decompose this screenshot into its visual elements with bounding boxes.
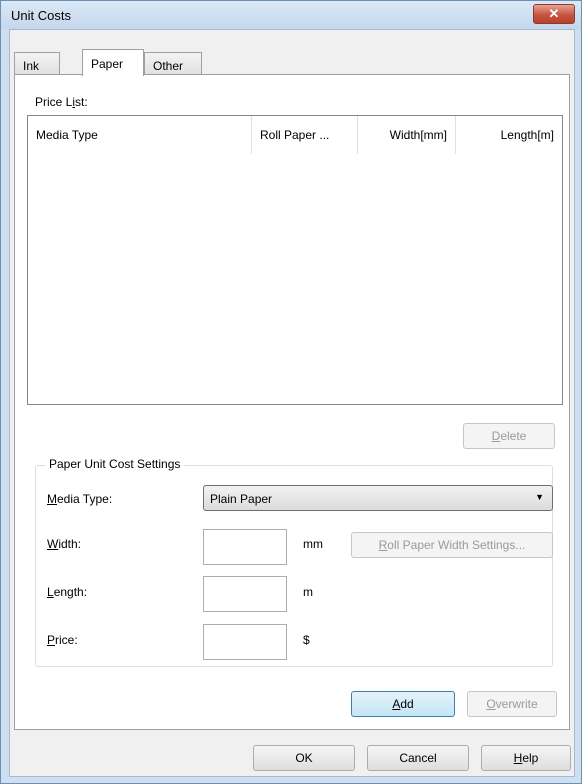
price-list-label: Price List: <box>35 95 88 109</box>
add-button[interactable]: Add <box>351 691 455 717</box>
close-button[interactable]: ✕ <box>533 4 575 24</box>
width-label: Width: <box>47 537 82 551</box>
price-list-table[interactable]: Media Type Roll Paper ... Width[mm] Leng… <box>27 115 563 405</box>
close-icon: ✕ <box>548 6 560 21</box>
help-button[interactable]: Help <box>481 745 571 771</box>
tab-other[interactable]: Other <box>144 52 202 74</box>
tab-paper[interactable]: Paper <box>82 49 144 76</box>
media-type-select[interactable]: Plain Paper ▼ <box>203 485 553 511</box>
column-header-roll-paper[interactable]: Roll Paper ... <box>252 116 358 154</box>
price-label: Price: <box>47 633 78 647</box>
price-unit: $ <box>303 633 310 647</box>
window-title: Unit Costs <box>11 8 71 23</box>
tab-paper-label: Paper <box>91 57 124 71</box>
length-input[interactable] <box>203 576 287 612</box>
group-label: Paper Unit Cost Settings <box>45 457 185 471</box>
width-unit: mm <box>303 537 323 551</box>
price-input[interactable] <box>203 624 287 660</box>
title-bar[interactable]: Unit Costs ✕ <box>1 1 581 29</box>
column-header-media-type[interactable]: Media Type <box>28 116 252 154</box>
width-input[interactable] <box>203 529 287 565</box>
roll-paper-width-settings-button[interactable]: Roll Paper Width Settings... <box>351 532 553 558</box>
ok-button[interactable]: OK <box>253 745 355 771</box>
chevron-down-icon: ▼ <box>535 492 544 502</box>
column-header-width[interactable]: Width[mm] <box>358 116 456 154</box>
length-unit: m <box>303 585 313 599</box>
media-type-label: Media Type: <box>47 492 113 506</box>
tab-other-label: Other <box>153 59 184 73</box>
overwrite-button[interactable]: Overwrite <box>467 691 557 717</box>
unit-costs-dialog: Unit Costs ✕ Ink Paper Other Price List:… <box>0 0 582 784</box>
media-type-value: Plain Paper <box>210 492 273 506</box>
delete-button[interactable]: Delete <box>463 423 555 449</box>
column-header-length[interactable]: Length[m] <box>456 116 562 154</box>
tab-ink-label: Ink <box>23 59 40 73</box>
tab-ink[interactable]: Ink <box>14 52 60 74</box>
length-label: Length: <box>47 585 88 599</box>
cancel-button[interactable]: Cancel <box>367 745 469 771</box>
